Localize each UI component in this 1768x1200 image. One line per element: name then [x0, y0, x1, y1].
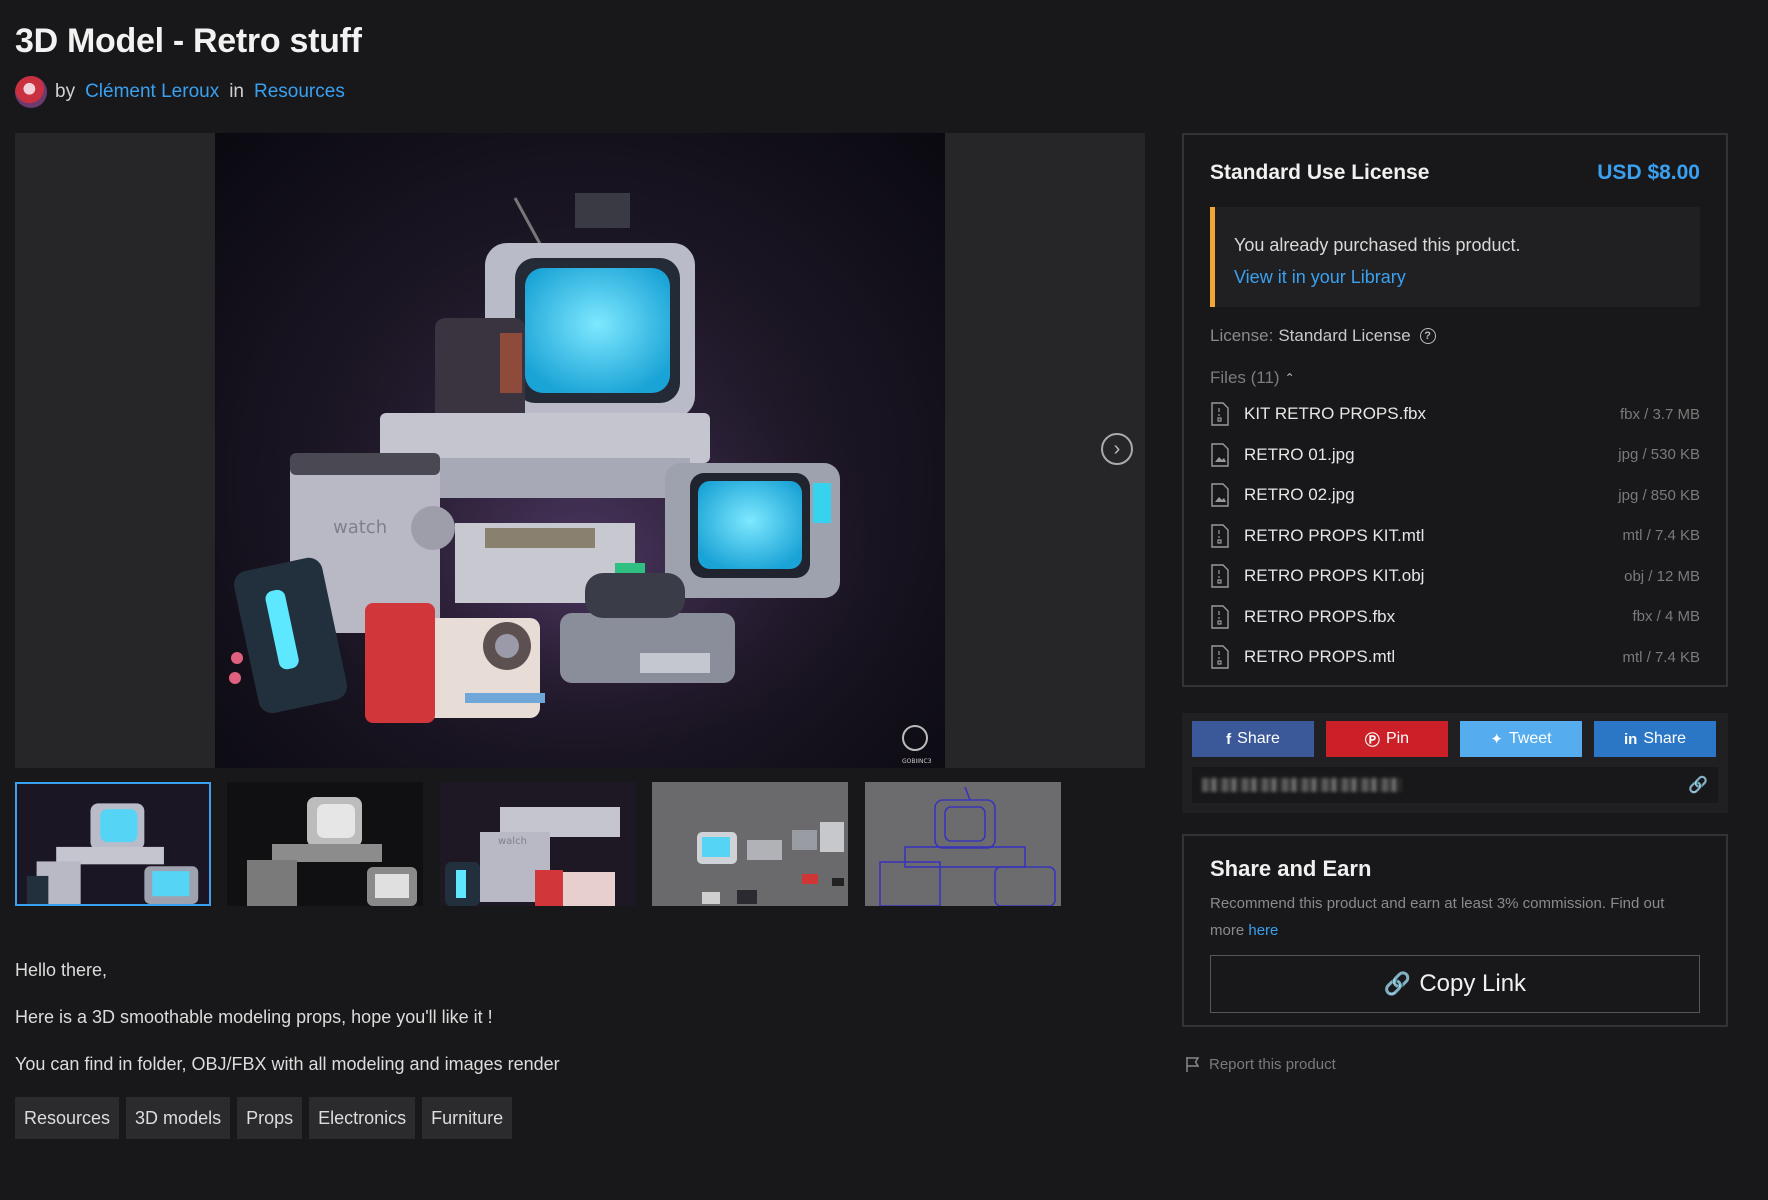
purchased-notice-text: You already purchased this product. [1234, 235, 1521, 255]
flag-icon [1186, 1057, 1200, 1072]
svg-text:walch: walch [498, 836, 527, 847]
file-meta: jpg / 530 KB [1618, 446, 1700, 464]
file-meta: obj / 12 MB [1624, 567, 1700, 585]
watermark: GOBIINC3 [902, 758, 932, 765]
product-main-image[interactable]: watch GOBIINC3 [215, 133, 945, 768]
facebook-share-button[interactable]: f Share [1192, 721, 1314, 757]
license-panel: Standard Use License USD $8.00 You alrea… [1182, 133, 1728, 687]
license-row: License: Standard License ? [1210, 321, 1436, 351]
license-value: Standard License [1278, 326, 1411, 345]
share-and-earn-title: Share and Earn [1210, 856, 1372, 881]
file-name: RETRO 01.jpg [1244, 444, 1355, 464]
license-label: License: [1210, 326, 1274, 345]
pinterest-icon: Ⓟ [1364, 731, 1380, 749]
twitter-icon: ✦ [1490, 731, 1503, 748]
copy-link-label: Copy Link [1419, 970, 1527, 997]
chevron-right-icon: › [1113, 438, 1121, 460]
file-name: RETRO PROPS.fbx [1244, 606, 1396, 626]
help-icon[interactable]: ? [1419, 328, 1436, 344]
purchased-notice: You already purchased this product. View… [1210, 207, 1700, 307]
twitter-tweet-button[interactable]: ✦ Tweet [1460, 721, 1582, 757]
license-title: Standard Use License [1210, 161, 1430, 184]
file-icon [1211, 564, 1229, 588]
file-meta: fbx / 3.7 MB [1619, 405, 1700, 423]
report-label: Report this product [1209, 1055, 1336, 1073]
description-paragraph: You can find in folder, OBJ/FBX with all… [15, 1054, 560, 1074]
file-row[interactable]: RETRO PROPS KIT.mtl mtl / 7.4 KB [1210, 516, 1700, 557]
author-link[interactable]: Clément Leroux [85, 81, 219, 103]
tag-electronics[interactable]: Electronics [309, 1097, 416, 1139]
facebook-icon: f [1226, 730, 1232, 748]
author-avatar[interactable] [15, 76, 47, 108]
file-meta: jpg / 850 KB [1618, 486, 1700, 504]
twitter-tweet-label: Tweet [1508, 730, 1552, 747]
category-link[interactable]: Resources [254, 81, 345, 103]
share-panel: f Share Ⓟ Pin ✦ Tweet in Share 🔗 [1182, 713, 1728, 813]
file-meta: fbx / 4 MB [1632, 608, 1700, 626]
facebook-share-label: Share [1237, 730, 1280, 747]
linkedin-share-label: Share [1643, 730, 1687, 747]
thumbnail-3[interactable]: walch [440, 782, 636, 906]
svg-text:watch: watch [333, 517, 387, 538]
report-product-link[interactable]: Report this product [1184, 1052, 1336, 1076]
tag-resources[interactable]: Resources [15, 1097, 120, 1139]
blurred-url [1202, 778, 1402, 792]
thumbnail-2[interactable] [227, 782, 423, 906]
share-and-earn-panel: Share and Earn Recommend this product an… [1182, 834, 1728, 1027]
tag-3d-models[interactable]: 3D models [126, 1097, 231, 1139]
link-icon: 🔗 [1383, 971, 1412, 996]
chevron-up-icon: ⌃ [1284, 371, 1295, 385]
next-image-button[interactable]: › [1101, 433, 1133, 465]
tag-furniture[interactable]: Furniture [422, 1097, 513, 1139]
file-icon [1211, 605, 1229, 629]
license-price: USD $8.00 [1597, 161, 1700, 184]
share-and-earn-text: Recommend this product and earn at least… [1210, 895, 1665, 939]
gallery-stage: watch GOBIINC3 › [15, 133, 1145, 768]
by-label: by [55, 81, 76, 102]
file-name: RETRO 02.jpg [1244, 485, 1355, 505]
file-row[interactable]: KIT RETRO PROPS.fbx fbx / 3.7 MB [1210, 394, 1700, 435]
file-name: RETRO PROPS KIT.obj [1244, 566, 1425, 586]
tag-props[interactable]: Props [237, 1097, 303, 1139]
find-out-more-link[interactable]: here [1248, 922, 1278, 939]
page-title: 3D Model - Retro stuff [15, 22, 362, 60]
pinterest-pin-button[interactable]: Ⓟ Pin [1326, 721, 1448, 757]
file-name: RETRO PROPS KIT.mtl [1244, 525, 1425, 545]
copy-link-button[interactable]: 🔗 Copy Link [1210, 955, 1700, 1013]
file-meta: mtl / 7.4 KB [1622, 648, 1700, 666]
byline: by Clément Leroux in Resources [15, 76, 345, 108]
link-icon[interactable]: 🔗 [1688, 775, 1708, 795]
description-paragraph: Hello there, [15, 960, 108, 980]
image-file-icon [1211, 443, 1229, 467]
linkedin-share-button[interactable]: in Share [1594, 721, 1716, 757]
share-url-field[interactable]: 🔗 [1192, 767, 1718, 803]
file-row[interactable]: RETRO PROPS.fbx fbx / 4 MB [1210, 597, 1700, 638]
pinterest-pin-label: Pin [1385, 730, 1410, 747]
thumbnail-1[interactable] [15, 782, 211, 906]
file-name: KIT RETRO PROPS.fbx [1244, 404, 1427, 424]
file-row[interactable]: RETRO PROPS KIT.obj obj / 12 MB [1210, 556, 1700, 597]
in-label: in [229, 81, 244, 102]
image-file-icon [1211, 483, 1229, 507]
file-icon [1211, 524, 1229, 548]
file-name: RETRO PROPS.mtl [1244, 647, 1396, 667]
file-icon [1211, 402, 1229, 426]
linkedin-icon: in [1623, 730, 1638, 748]
description-paragraph: Here is a 3D smoothable modeling props, … [15, 1007, 493, 1027]
thumbnail-4[interactable] [652, 782, 848, 906]
file-icon [1211, 645, 1229, 669]
file-row[interactable]: RETRO 02.jpg jpg / 850 KB [1210, 475, 1700, 516]
file-row[interactable]: RETRO 01.jpg jpg / 530 KB [1210, 435, 1700, 476]
tag-list: Resources 3D models Props Electronics Fu… [15, 1097, 513, 1139]
files-toggle[interactable]: Files (11) ⌃ [1210, 363, 1295, 393]
file-meta: mtl / 7.4 KB [1622, 527, 1700, 545]
files-label: Files (11) [1210, 368, 1280, 387]
library-link[interactable]: View it in your Library [1234, 267, 1406, 287]
file-row[interactable]: RETRO PROPS.mtl mtl / 7.4 KB [1210, 637, 1700, 678]
thumbnail-5[interactable] [865, 782, 1061, 906]
file-list: KIT RETRO PROPS.fbx fbx / 3.7 MB RETRO 01.… [1210, 394, 1700, 678]
